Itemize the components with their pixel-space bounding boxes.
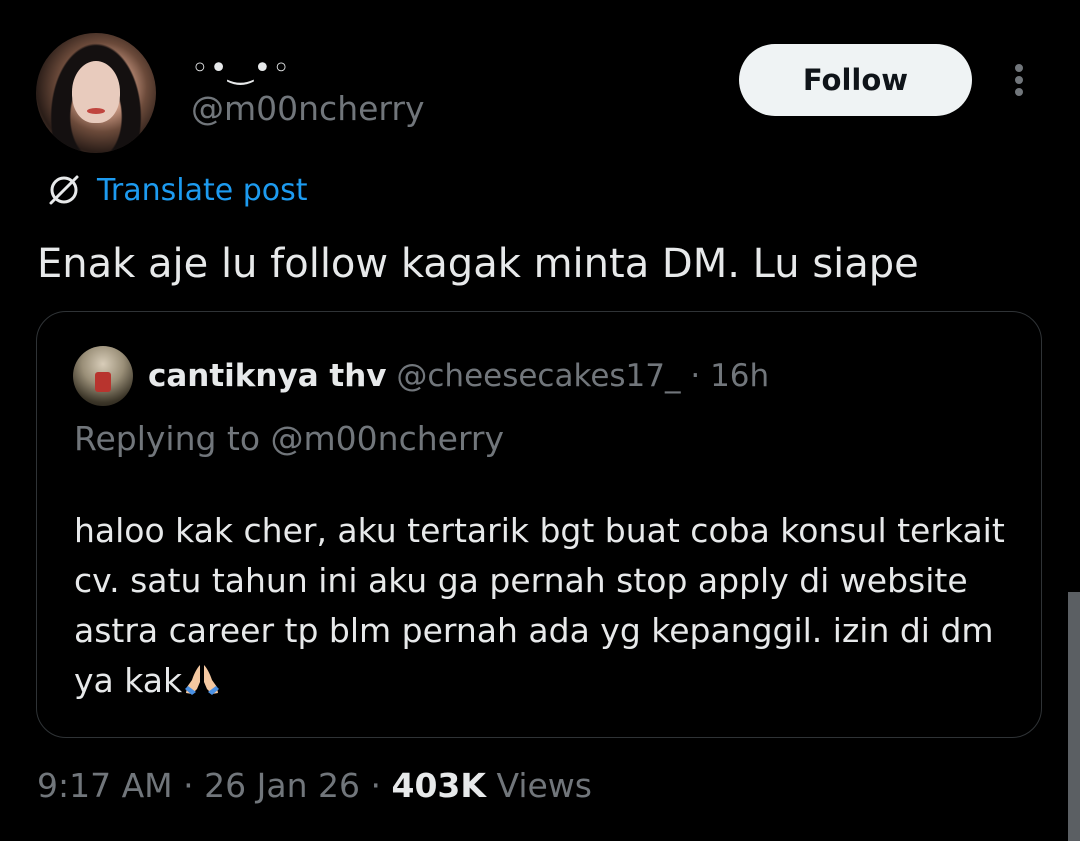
follow-button[interactable]: Follow xyxy=(739,44,972,116)
meta-separator: · xyxy=(370,766,382,805)
quoted-post-card[interactable]: cantiknya thv @cheesecakes17_ · 16h Repl… xyxy=(36,311,1042,738)
more-vertical-icon[interactable] xyxy=(1006,60,1034,100)
translate-post-label: Translate post xyxy=(97,172,308,208)
quote-separator: · xyxy=(690,358,701,394)
translate-post-link[interactable]: Translate post xyxy=(46,170,308,210)
quote-author-name[interactable]: cantiknya thv xyxy=(148,358,387,394)
post-time[interactable]: 9:17 AM xyxy=(37,766,173,805)
author-display-name[interactable]: ◦•‿•◦ xyxy=(191,52,291,86)
quote-author-avatar[interactable] xyxy=(73,346,133,406)
quote-timestamp[interactable]: 16h xyxy=(710,358,769,394)
post-text: Enak aje lu follow kagak minta DM. Lu si… xyxy=(37,241,919,287)
meta-separator: · xyxy=(183,766,194,805)
folded-hands-icon xyxy=(185,665,220,695)
replying-to-label: Replying to @m00ncherry xyxy=(74,419,505,458)
avatar-detail xyxy=(95,372,111,392)
quote-body: haloo kak cher, aku tertarik bgt buat co… xyxy=(74,506,1014,706)
post-meta: 9:17 AM · 26 Jan 26 · 403K Views xyxy=(37,764,592,808)
globe-slash-icon xyxy=(49,175,79,205)
views-count[interactable]: 403K xyxy=(392,766,486,805)
scrollbar[interactable] xyxy=(1068,592,1080,841)
author-avatar[interactable] xyxy=(36,33,156,153)
quote-author-handle[interactable]: @cheesecakes17_ xyxy=(396,358,680,394)
post-date[interactable]: 26 Jan 26 xyxy=(204,766,360,805)
avatar-lips xyxy=(87,108,105,114)
quote-header: cantiknya thv @cheesecakes17_ · 16h xyxy=(148,356,769,396)
views-label: Views xyxy=(496,766,592,805)
author-handle[interactable]: @m00ncherry xyxy=(191,89,425,129)
